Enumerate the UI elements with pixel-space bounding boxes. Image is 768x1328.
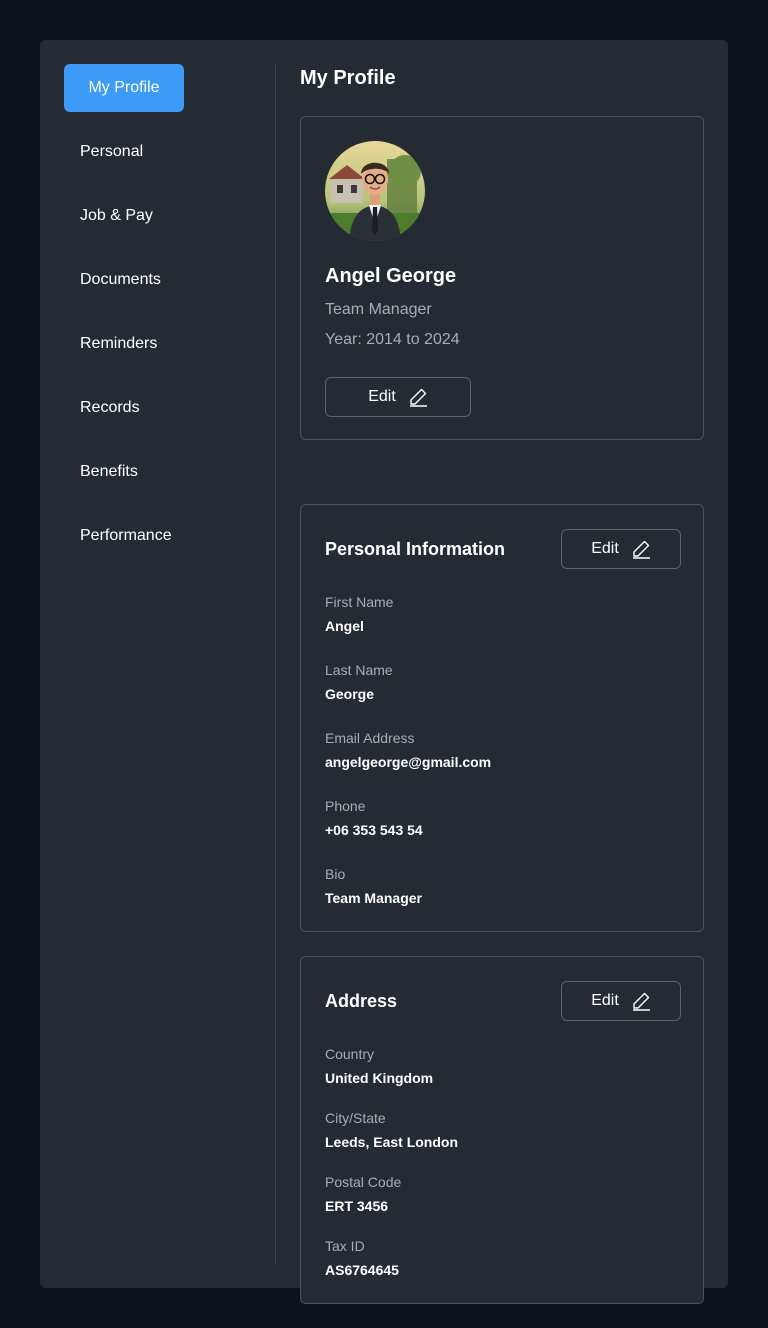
pencil-icon	[632, 992, 650, 1011]
sidebar-item-records[interactable]: Records	[64, 384, 264, 432]
field-value: United Kingdom	[325, 1070, 434, 1086]
address-edit-button[interactable]: Edit	[561, 981, 681, 1021]
field-value: Team Manager	[325, 890, 422, 906]
field-label: Postal Code	[325, 1174, 402, 1190]
field-label: Country	[325, 1046, 375, 1062]
field-label: First Name	[325, 594, 394, 610]
sidebar-item-reminders[interactable]: Reminders	[64, 320, 264, 368]
sidebar-divider	[275, 64, 276, 1264]
profile-panel: My Profile Personal Job & Pay Documents …	[40, 40, 728, 1304]
sidebar-item-job-pay[interactable]: Job & Pay	[64, 192, 264, 240]
profile-name: Angel George	[325, 265, 457, 287]
profile-edit-button[interactable]: Edit	[325, 377, 471, 417]
field-bio: Bio Team Manager	[325, 865, 422, 907]
sidebar-item-personal[interactable]: Personal	[64, 128, 264, 176]
edit-button-label: Edit	[591, 992, 619, 1009]
field-label: Email Address	[325, 730, 415, 746]
field-tax-id: Tax ID AS6764645	[325, 1237, 399, 1279]
profile-card: Angel George Team Manager Year: 2014 to …	[300, 116, 704, 440]
personal-edit-button[interactable]: Edit	[561, 529, 681, 569]
address-title: Address	[325, 991, 398, 1011]
personal-info-title: Personal Information	[325, 539, 506, 559]
field-value: Leeds, East London	[325, 1134, 459, 1150]
profile-role: Team Manager	[325, 301, 432, 318]
field-label: Tax ID	[325, 1238, 365, 1254]
main-content: My Profile Angel George Team Manager Yea…	[300, 64, 704, 1304]
field-value: +06 353 543 54	[325, 822, 423, 838]
field-last-name: Last Name George	[325, 661, 393, 703]
field-first-name: First Name Angel	[325, 593, 393, 635]
sidebar-item-my-profile[interactable]: My Profile	[64, 64, 184, 112]
pencil-icon	[632, 540, 650, 559]
avatar	[325, 141, 425, 241]
field-label: Last Name	[325, 662, 393, 678]
address-card: Address Edit Country United Kingdom City…	[300, 956, 704, 1304]
profile-years: Year: 2014 to 2024	[325, 331, 460, 348]
field-label: Bio	[325, 866, 346, 882]
personal-info-card: Personal Information Edit First Name Ang…	[300, 504, 704, 932]
sidebar-nav: My Profile Personal Job & Pay Documents …	[64, 64, 264, 576]
field-email-address: Email Address angelgeorge@gmail.com	[325, 729, 491, 771]
sidebar-item-documents[interactable]: Documents	[64, 256, 264, 304]
sidebar-item-benefits[interactable]: Benefits	[64, 448, 264, 496]
field-value: AS6764645	[325, 1262, 399, 1278]
field-country: Country United Kingdom	[325, 1045, 433, 1087]
field-value: angelgeorge@gmail.com	[325, 754, 492, 770]
field-value: George	[325, 686, 375, 702]
field-value: Angel	[325, 618, 364, 634]
field-city-state: City/State Leeds, East London	[325, 1109, 458, 1151]
edit-button-label: Edit	[368, 388, 396, 405]
field-label: Phone	[325, 798, 366, 814]
edit-button-label: Edit	[591, 540, 619, 557]
sidebar-item-performance[interactable]: Performance	[64, 512, 264, 560]
pencil-icon	[409, 388, 427, 407]
field-value: ERT 3456	[325, 1198, 389, 1214]
avatar-person-icon	[325, 141, 425, 241]
field-phone: Phone +06 353 543 54	[325, 797, 423, 839]
page-title: My Profile	[300, 67, 396, 89]
field-label: City/State	[325, 1110, 386, 1126]
field-postal-code: Postal Code ERT 3456	[325, 1173, 401, 1215]
